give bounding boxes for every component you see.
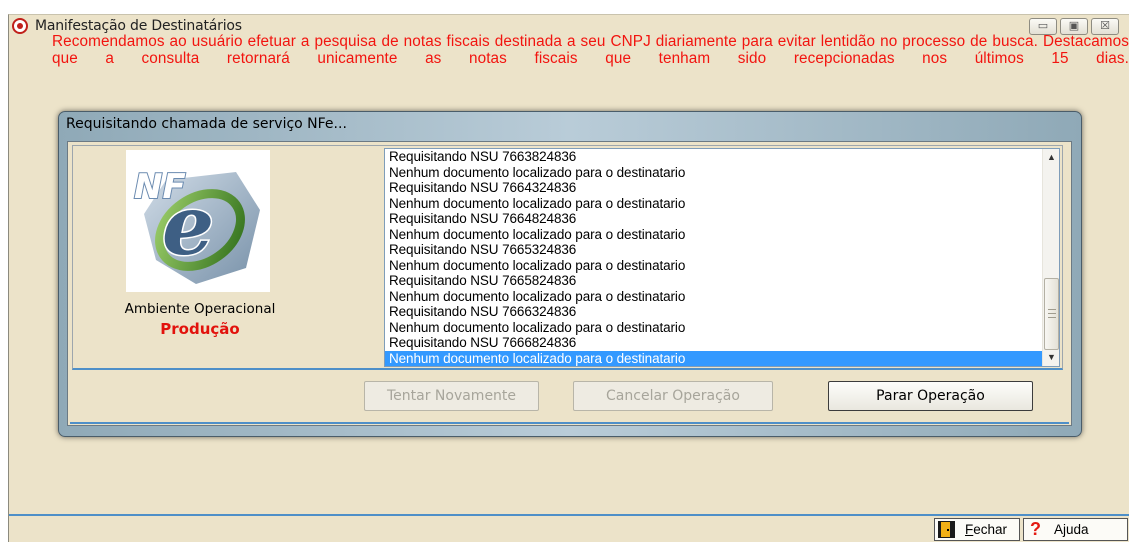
close-button[interactable]: Fechar	[934, 518, 1020, 541]
dialog-title: Requisitando chamada de serviço NFe...	[66, 116, 347, 132]
log-line[interactable]: Requisitando NSU 7665324836	[385, 242, 1044, 258]
close-hotkey: F	[965, 522, 974, 537]
environment-label: Ambiente Operacional	[124, 301, 276, 317]
dialog-body: e NF Ambiente Operacional Produção Requi…	[67, 141, 1072, 426]
stop-operation-button[interactable]: Parar Operação	[828, 381, 1033, 411]
log-line[interactable]: Nenhum documento localizado para o desti…	[385, 258, 1044, 274]
log-line[interactable]: Requisitando NSU 7665824836	[385, 273, 1044, 289]
vertical-scrollbar[interactable]: ▲ ▼	[1042, 149, 1059, 366]
nfe-logo: e NF	[126, 150, 270, 292]
dialog-divider	[70, 422, 1069, 424]
scroll-thumb[interactable]	[1044, 278, 1059, 350]
help-label: Ajuda	[1054, 522, 1089, 537]
footer-divider	[9, 514, 1129, 516]
log-line[interactable]: Nenhum documento localizado para o desti…	[385, 289, 1044, 305]
svg-text:NF: NF	[134, 167, 186, 207]
log-line[interactable]: Nenhum documento localizado para o desti…	[385, 165, 1044, 181]
log-line[interactable]: Requisitando NSU 7666324836	[385, 304, 1044, 320]
cancel-operation-button[interactable]: Cancelar Operação	[573, 381, 773, 411]
scroll-down-icon[interactable]: ▼	[1043, 349, 1059, 366]
help-button[interactable]: ? Ajuda	[1023, 518, 1128, 541]
app-radio-icon	[12, 18, 28, 34]
log-line[interactable]: Nenhum documento localizado para o desti…	[385, 320, 1044, 336]
top-panel: e NF Ambiente Operacional Produção Requi…	[72, 145, 1063, 370]
log-line[interactable]: Requisitando NSU 7663824836	[385, 149, 1044, 165]
close-label: echar	[973, 522, 1008, 537]
nfe-logo-graphic: e NF	[133, 166, 260, 284]
log-line[interactable]: Nenhum documento localizado para o desti…	[385, 227, 1044, 243]
log-listbox[interactable]: Requisitando NSU 7663824836 Nenhum docume…	[384, 148, 1060, 367]
log-line[interactable]: Requisitando NSU 7664324836	[385, 180, 1044, 196]
scroll-up-icon[interactable]: ▲	[1043, 149, 1059, 166]
service-call-dialog: Requisitando chamada de serviço NFe... e	[58, 111, 1082, 437]
log-line[interactable]: Nenhum documento localizado para o desti…	[385, 196, 1044, 212]
window-title: Manifestação de Destinatários	[35, 18, 242, 34]
log-line[interactable]: Nenhum documento localizado para o desti…	[385, 350, 1044, 366]
retry-button[interactable]: Tentar Novamente	[364, 381, 539, 411]
environment-value: Produção	[160, 320, 240, 338]
notice-text: Recomendamos ao usuário efetuar a pesqui…	[52, 33, 1129, 67]
exit-door-icon	[938, 521, 955, 538]
log-line[interactable]: Requisitando NSU 7666824836	[385, 335, 1044, 351]
log-lines: Requisitando NSU 7663824836 Nenhum docume…	[385, 149, 1044, 366]
log-line[interactable]: Requisitando NSU 7664824836	[385, 211, 1044, 227]
help-question-icon: ?	[1030, 519, 1041, 539]
